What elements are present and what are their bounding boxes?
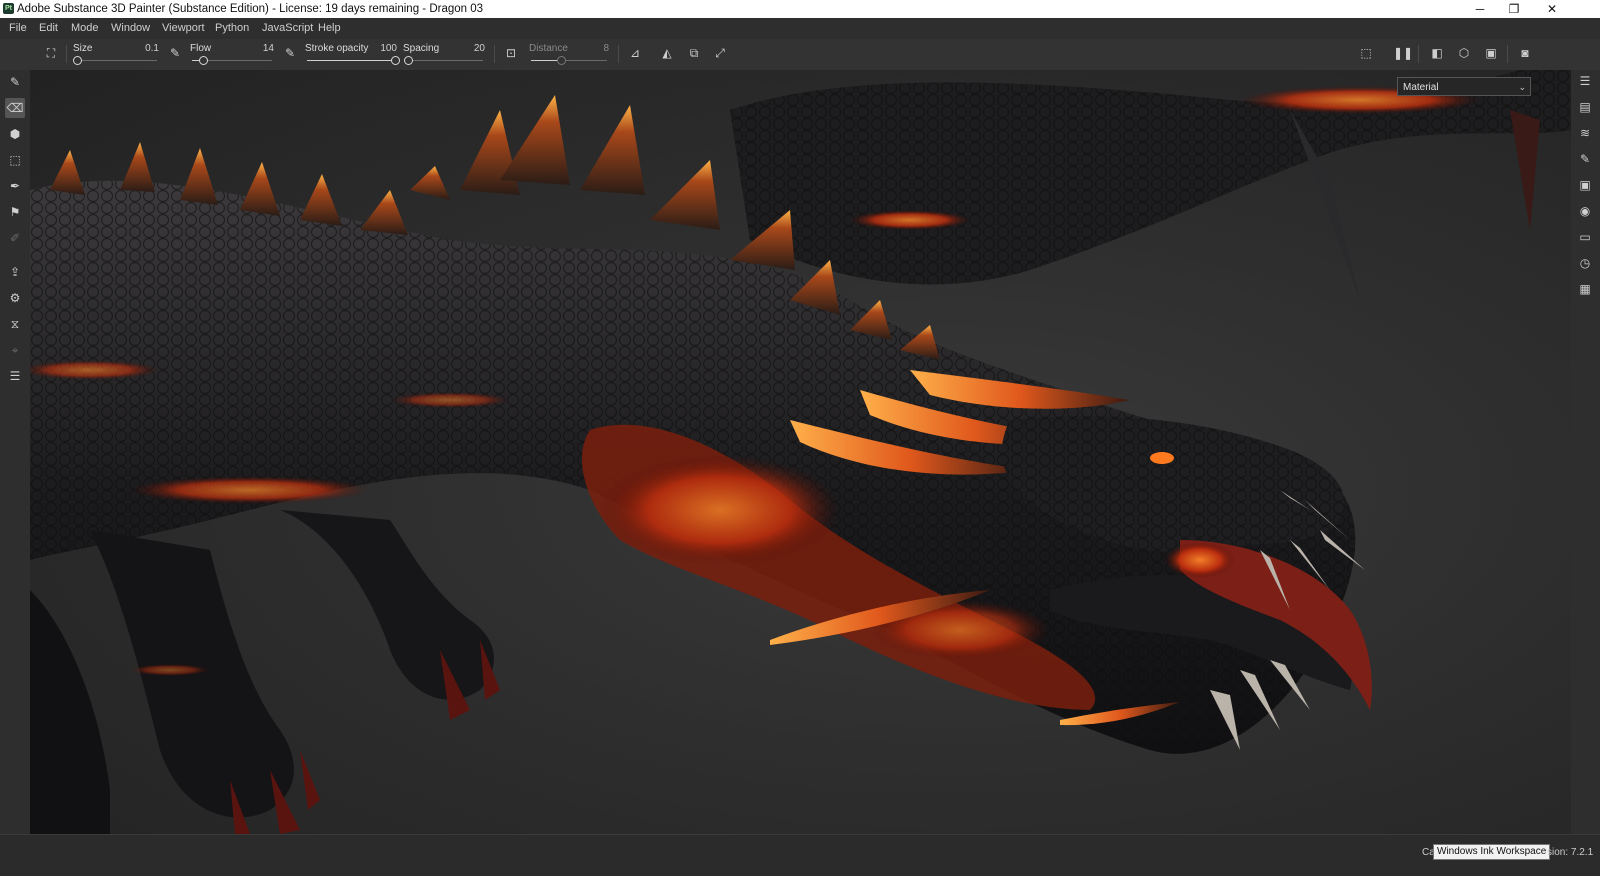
stroke-opacity-value[interactable]: 100 <box>380 43 397 54</box>
screenshot-camera-icon[interactable]: ◙ <box>1516 44 1534 62</box>
lazy-mouse-icon[interactable]: ⊡ <box>502 44 520 62</box>
spacing-track <box>404 56 483 65</box>
stroke-opacity-slider[interactable]: Stroke opacity 100 <box>305 42 400 68</box>
spacing-label: Spacing <box>403 43 440 54</box>
menu-javascript[interactable]: JavaScript <box>262 18 313 39</box>
toolbar-separator <box>494 45 495 63</box>
layers-icon[interactable]: ≋ <box>1576 124 1594 142</box>
cube-icon[interactable]: ⬡ <box>1455 44 1473 62</box>
menu-file[interactable]: File <box>9 18 27 39</box>
flow-knob[interactable] <box>199 56 209 65</box>
size-label: Size <box>73 43 93 54</box>
pen-pressure-opacity-icon[interactable]: ✎ <box>281 44 299 62</box>
menu-edit[interactable]: Edit <box>39 18 58 39</box>
minimize-button[interactable]: ─ <box>1464 0 1496 18</box>
video-camera-icon[interactable]: ▣ <box>1482 44 1500 62</box>
stroke-opacity-fill <box>307 60 395 61</box>
close-button[interactable]: ✕ <box>1536 0 1568 18</box>
properties-brush-icon[interactable]: ✎ <box>1576 150 1594 168</box>
transform-icon[interactable]: ⤢ <box>711 44 729 62</box>
smudge-icon[interactable]: ✒ <box>5 176 25 196</box>
menu-python[interactable]: Python <box>215 18 249 39</box>
app-icon: Pt <box>3 3 14 14</box>
paint-brush-icon[interactable]: ✎ <box>5 72 25 92</box>
texture-set-icon[interactable]: ▤ <box>1576 98 1594 116</box>
toolbar-separator <box>1418 45 1419 63</box>
menu-bar: File Edit Mode Window Viewport Python Ja… <box>0 18 1600 39</box>
size-track <box>72 56 157 65</box>
size-value[interactable]: 0.1 <box>145 43 159 54</box>
left-toolbar: ✎ ⌫ ⬢ ⬚ ✒ ⚑ ✐ ⇪ ⚙ ⧖ ⌖ ☰ <box>0 70 30 834</box>
uv-tool-icon[interactable]: ⌖ <box>5 340 25 360</box>
flow-slider[interactable]: Flow 14 <box>190 42 274 68</box>
hourglass-icon[interactable]: ⧖ <box>5 314 25 334</box>
pause-icon[interactable]: ❚❚ <box>1393 44 1413 62</box>
projection-icon[interactable]: ⬢ <box>5 124 25 144</box>
title-bar: Pt Adobe Substance 3D Painter (Substance… <box>0 0 1600 18</box>
symmetry-settings-icon[interactable]: ⧉ <box>685 44 703 62</box>
flow-label: Flow <box>190 43 212 54</box>
bake-settings-icon[interactable]: ⚙ <box>5 288 25 308</box>
viewport-channel-value: Material <box>1403 82 1439 93</box>
3d-viewport[interactable]: X Z <box>30 70 1571 834</box>
stroke-opacity-label: Stroke opacity <box>305 43 369 54</box>
viewport-channel-select[interactable]: Material ⌄ <box>1397 77 1531 96</box>
log-icon[interactable]: ▦ <box>1576 280 1594 298</box>
window-title: Adobe Substance 3D Painter (Substance Ed… <box>17 3 484 15</box>
distance-track <box>531 56 607 65</box>
symmetry-icon[interactable]: ◭ <box>658 44 676 62</box>
history-icon[interactable]: ◷ <box>1576 254 1594 272</box>
spacing-slider[interactable]: Spacing 20 <box>403 42 485 68</box>
layers-stack-icon[interactable]: ☰ <box>1576 72 1594 90</box>
version-text: sion: 7.2.1 <box>1547 847 1594 858</box>
spacing-value[interactable]: 20 <box>474 43 485 54</box>
flow-value[interactable]: 14 <box>263 43 274 54</box>
restore-button[interactable]: ❐ <box>1498 0 1530 18</box>
brush-preset-icon[interactable]: ⛶ <box>42 44 60 62</box>
menu-mode[interactable]: Mode <box>71 18 99 39</box>
polygon-fill-icon[interactable]: ⬚ <box>5 150 25 170</box>
windows-ink-tooltip: Windows Ink Workspace <box>1433 844 1551 860</box>
size-knob[interactable] <box>72 56 82 65</box>
selection-mask-icon[interactable]: ⬚ <box>1357 44 1375 62</box>
eraser-icon[interactable]: ⌫ <box>5 98 25 118</box>
distance-value[interactable]: 8 <box>603 43 609 54</box>
material-picker-icon[interactable]: ✐ <box>5 228 25 248</box>
toolbar-separator <box>618 45 619 63</box>
shelf-icon[interactable]: ☰ <box>5 366 25 386</box>
flow-track <box>192 56 272 65</box>
shader-settings-icon[interactable]: ◉ <box>1576 202 1594 220</box>
size-slider[interactable]: Size 0.1 <box>72 42 159 68</box>
display-settings-icon[interactable]: ▣ <box>1576 176 1594 194</box>
camera-view-icon[interactable]: ◧ <box>1428 44 1446 62</box>
stroke-opacity-track <box>307 56 400 65</box>
quick-export-icon[interactable]: ⇪ <box>5 262 25 282</box>
pen-pressure-icon[interactable]: ✎ <box>166 44 184 62</box>
clone-stamp-icon[interactable]: ⚑ <box>5 202 25 222</box>
alignment-icon[interactable]: ⊿ <box>626 44 644 62</box>
menu-window[interactable]: Window <box>111 18 150 39</box>
distance-label: Distance <box>529 43 568 54</box>
toolbar-separator <box>66 45 67 63</box>
right-toolbar: ☰ ▤ ≋ ✎ ▣ ◉ ▭ ◷ ▦ <box>1571 70 1600 834</box>
chevron-down-icon: ⌄ <box>1518 82 1526 92</box>
spacing-knob[interactable] <box>404 56 414 65</box>
dragon-render <box>30 70 1571 834</box>
toolbar-separator <box>1507 45 1508 63</box>
tool-options-bar: ⛶ Size 0.1 ✎ Flow 14 ✎ Stroke opacity 10… <box>0 39 1600 71</box>
status-bar: Ca Windows Ink Workspace sion: 7.2.1 <box>0 834 1600 876</box>
distance-knob[interactable] <box>557 56 567 65</box>
assets-icon[interactable]: ▭ <box>1576 228 1594 246</box>
menu-help[interactable]: Help <box>318 18 341 39</box>
menu-viewport[interactable]: Viewport <box>162 18 205 39</box>
stroke-opacity-knob[interactable] <box>391 56 400 65</box>
distance-slider[interactable]: Distance 8 <box>529 42 609 68</box>
